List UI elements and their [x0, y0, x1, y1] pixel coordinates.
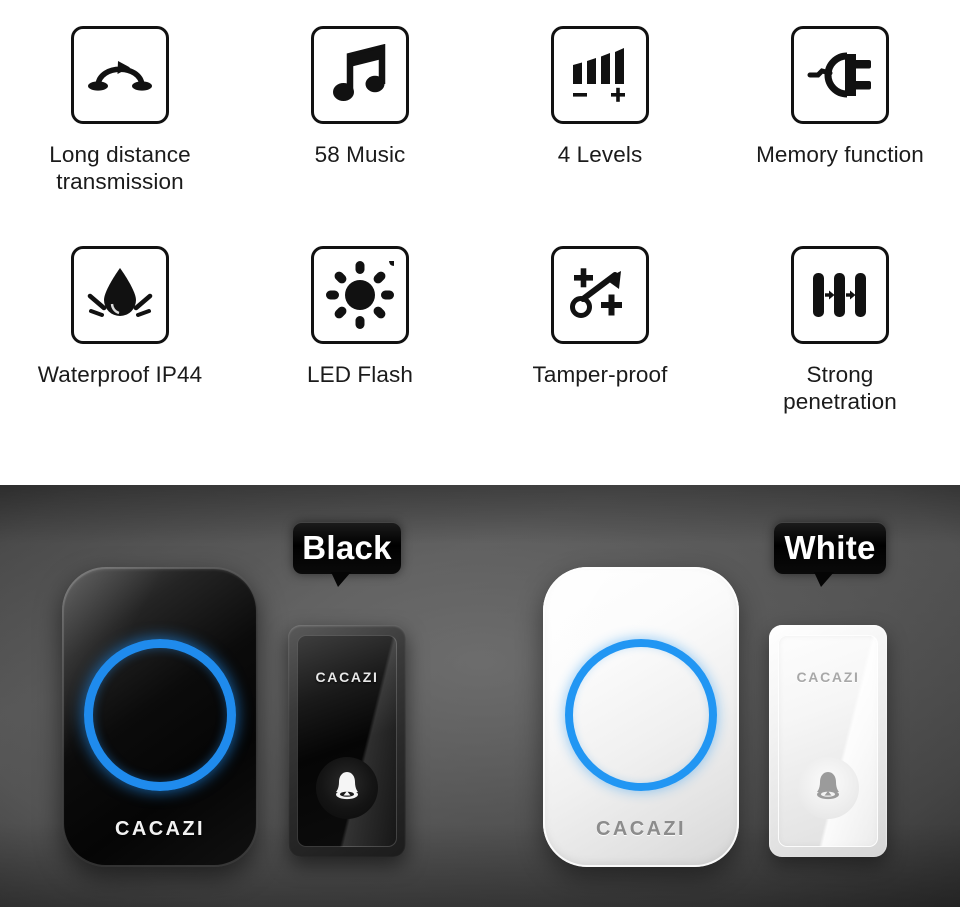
bell-icon [332, 770, 362, 807]
white-transmitter-button: CACAZI [769, 625, 887, 857]
feature-4-levels: 4 Levels [480, 26, 720, 195]
black-receiver-unit: CACAZI [62, 567, 258, 867]
long-distance-transmission-icon-box [71, 26, 169, 124]
feature-label: Tamper-proof [532, 362, 668, 387]
black-transmitter-button: CACAZI [288, 625, 406, 857]
white-transmitter-bell-pad [797, 757, 859, 819]
feature-row-2: Waterproof IP44 LED Flash Tamper-proof S… [0, 246, 960, 415]
volume-levels-icon-box [551, 26, 649, 124]
signal-penetration-icon [807, 269, 873, 321]
feature-led-flash: LED Flash [240, 246, 480, 415]
tamper-proof-arrow-icon-box [551, 246, 649, 344]
sun-brightness-icon [326, 261, 394, 329]
feature-label: Strong penetration [783, 362, 897, 414]
white-receiver-unit: CACAZI [543, 567, 739, 867]
feature-label: LED Flash [307, 362, 413, 387]
features-panel: Long distance transmission 58 Music 4 Le… [0, 0, 960, 485]
white-receiver-brand: CACAZI [596, 818, 686, 840]
color-badge-black: Black [293, 522, 401, 587]
white-transmitter-face: CACAZI [778, 635, 878, 847]
feature-row-1: Long distance transmission 58 Music 4 Le… [0, 26, 960, 195]
feature-label: 58 Music [314, 142, 406, 167]
black-receiver-led-ring [84, 639, 236, 791]
black-receiver-brand: CACAZI [115, 818, 205, 840]
feature-label: Memory function [756, 142, 924, 167]
color-badge-black-label: Black [302, 529, 392, 566]
music-note-icon-box [311, 26, 409, 124]
feature-label: 4 Levels [557, 142, 643, 167]
feature-label: Waterproof IP44 [37, 362, 203, 387]
black-transmitter-brand: CACAZI [315, 669, 379, 685]
bell-icon [813, 770, 843, 807]
water-drop-splash-icon [86, 264, 154, 326]
product-feature-page: Long distance transmission 58 Music 4 Le… [0, 0, 960, 907]
feature-strong-penetration: Strong penetration [720, 246, 960, 415]
power-plug-icon-box [791, 26, 889, 124]
feature-long-distance-transmission: Long distance transmission [0, 26, 240, 195]
color-badge-white: White [774, 522, 886, 587]
tamper-proof-arrow-icon [569, 265, 631, 325]
signal-penetration-icon-box [791, 246, 889, 344]
sun-brightness-icon-box [311, 246, 409, 344]
white-receiver-led-ring [565, 639, 717, 791]
feature-memory-function: Memory function [720, 26, 960, 195]
black-transmitter-face: CACAZI [297, 635, 397, 847]
color-badge-white-label: White [784, 529, 876, 566]
feature-label: Long distance transmission [49, 142, 191, 194]
black-transmitter-bell-pad [316, 757, 378, 819]
white-transmitter-brand: CACAZI [796, 669, 860, 685]
feature-58-music: 58 Music [240, 26, 480, 195]
power-plug-icon [805, 49, 875, 101]
music-note-icon [333, 44, 387, 106]
volume-levels-icon [567, 43, 633, 107]
feature-tamper-proof: Tamper-proof [480, 246, 720, 415]
feature-waterproof-ip44: Waterproof IP44 [0, 246, 240, 415]
long-distance-transmission-icon [88, 52, 152, 98]
water-drop-splash-icon-box [71, 246, 169, 344]
